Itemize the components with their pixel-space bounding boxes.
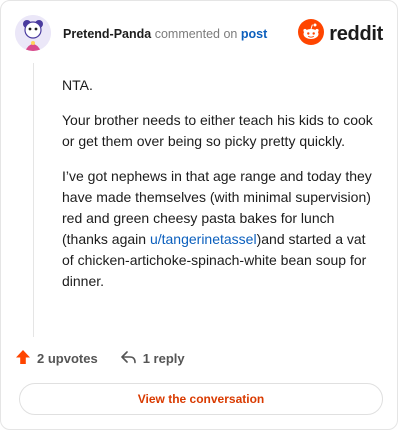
comment-card: Pretend-Panda commented on post reddit N… [0,0,398,430]
upvote-count: 2 upvotes [37,350,98,366]
comment-meta: Pretend-Panda commented on post [63,26,267,42]
reply-icon [120,349,143,368]
upvote-icon [15,349,37,368]
reddit-logo[interactable]: reddit [298,18,383,50]
username-link[interactable]: Pretend-Panda [63,27,151,41]
view-conversation-button[interactable]: View the conversation [19,383,383,415]
reddit-logo-icon [298,18,325,50]
reddit-logo-text: reddit [329,22,383,45]
reply-count: 1 reply [142,350,185,366]
user-mention-link[interactable]: u/tangerinetassel [150,231,257,247]
comment-actions: 2 upvotes 1 reply [15,347,185,369]
comment-body: NTA. Your brother needs to either teach … [62,75,380,306]
comment-paragraph: Your brother needs to either teach his k… [62,112,373,149]
commented-on-text: commented on [154,27,238,41]
reply-button[interactable]: 1 reply [120,349,185,368]
comment-paragraph: NTA. [62,77,93,93]
avatar[interactable] [15,15,51,51]
comment-header: Pretend-Panda commented on post reddit [15,15,383,55]
comment-paragraph: I’ve got nephews in that age range and t… [62,166,380,292]
post-link[interactable]: post [241,27,267,41]
upvote-button[interactable]: 2 upvotes [15,349,98,368]
thread-line [33,63,34,337]
